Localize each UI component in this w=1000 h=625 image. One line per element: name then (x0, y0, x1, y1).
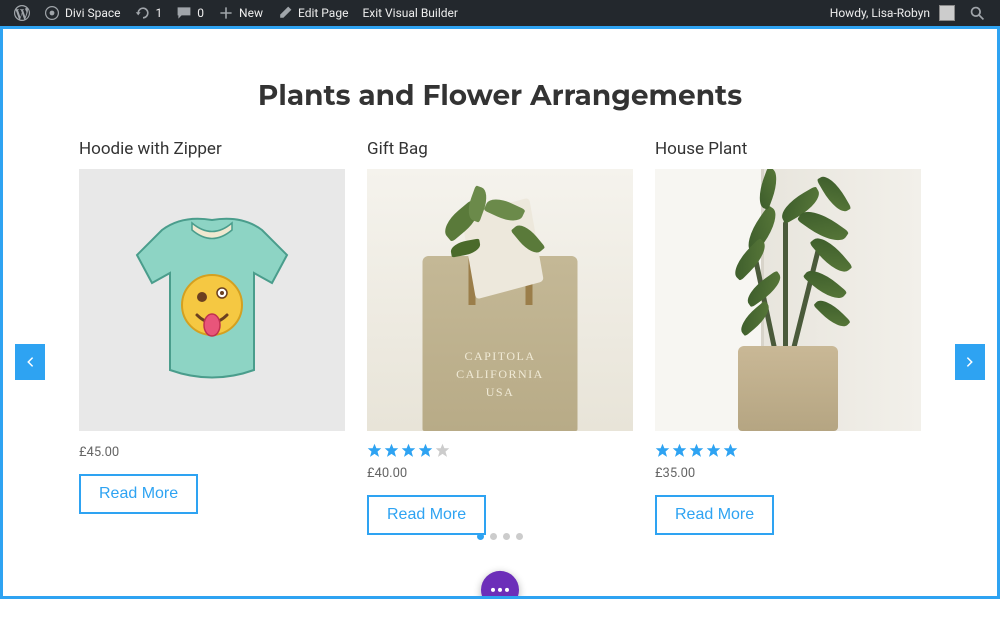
product-image[interactable] (655, 169, 921, 431)
carousel-dot[interactable] (477, 533, 484, 540)
admin-search-toggle[interactable] (963, 0, 992, 26)
product-card: Hoodie with Zipper £45.00 Read More (79, 139, 345, 535)
carousel-dot[interactable] (490, 533, 497, 540)
product-price: £40.00 (367, 466, 633, 481)
comments-count: 0 (197, 6, 204, 20)
comments-link[interactable]: 0 (170, 0, 210, 26)
plus-icon (218, 5, 234, 21)
star-icon (672, 443, 687, 458)
star-icon (384, 443, 399, 458)
exit-builder-label: Exit Visual Builder (362, 6, 458, 20)
plant-illustration (688, 171, 888, 431)
product-image[interactable] (79, 169, 345, 431)
tshirt-illustration (122, 205, 302, 395)
edit-page-label: Edit Page (298, 6, 348, 20)
bag-text-line: USA (423, 383, 578, 401)
star-icon (689, 443, 704, 458)
read-more-button[interactable]: Read More (79, 474, 198, 514)
product-price: £35.00 (655, 466, 921, 481)
ellipsis-icon (491, 588, 495, 592)
exit-visual-builder-link[interactable]: Exit Visual Builder (356, 0, 464, 26)
comment-icon (176, 5, 192, 21)
read-more-button[interactable]: Read More (367, 495, 486, 535)
wp-logo[interactable] (8, 0, 36, 26)
section-title: Plants and Flower Arrangements (79, 79, 921, 113)
product-title[interactable]: Hoodie with Zipper (79, 139, 345, 159)
carousel-dots (477, 533, 523, 540)
dashboard-icon (44, 5, 60, 21)
wordpress-admin-bar: Divi Space 1 0 New Edit Page Exit Visual… (0, 0, 1000, 26)
carousel-prev-button[interactable] (15, 344, 45, 380)
refresh-icon (135, 5, 151, 21)
search-icon (969, 5, 986, 22)
edit-page-link[interactable]: Edit Page (271, 0, 354, 26)
divi-builder-fab[interactable] (481, 571, 519, 599)
page-canvas: Plants and Flower Arrangements Hoodie wi… (0, 26, 1000, 599)
star-icon (418, 443, 433, 458)
star-icon (655, 443, 670, 458)
product-rating (367, 443, 633, 458)
product-price: £45.00 (79, 445, 345, 460)
new-content-link[interactable]: New (212, 0, 269, 26)
star-icon (435, 443, 450, 458)
star-icon (706, 443, 721, 458)
product-card: House Plant (655, 139, 921, 535)
site-name-label: Divi Space (65, 6, 121, 20)
avatar (939, 5, 955, 21)
read-more-button[interactable]: Read More (655, 495, 774, 535)
carousel-next-button[interactable] (955, 344, 985, 380)
user-account-link[interactable]: Howdy, Lisa-Robyn (824, 0, 961, 26)
product-title[interactable]: House Plant (655, 139, 921, 159)
product-title[interactable]: Gift Bag (367, 139, 633, 159)
updates-count: 1 (156, 6, 163, 20)
pencil-icon (277, 5, 293, 21)
updates-link[interactable]: 1 (129, 0, 169, 26)
bag-text-line: CAPITOLA (423, 347, 578, 365)
product-carousel: Hoodie with Zipper £45.00 Read More (79, 139, 921, 535)
bag-text-line: CALIFORNIA (423, 365, 578, 383)
ellipsis-icon (498, 588, 502, 592)
bag-illustration: CAPITOLA CALIFORNIA USA (423, 256, 578, 431)
carousel-dot[interactable] (516, 533, 523, 540)
ellipsis-icon (505, 588, 509, 592)
star-icon (367, 443, 382, 458)
new-label: New (239, 6, 263, 20)
star-icon (401, 443, 416, 458)
product-rating (655, 443, 921, 458)
site-name-link[interactable]: Divi Space (38, 0, 127, 26)
star-icon (723, 443, 738, 458)
product-card: Gift Bag CAPITOLA CALIFOR (367, 139, 633, 535)
greeting-text: Howdy, Lisa-Robyn (830, 6, 930, 20)
product-image[interactable]: CAPITOLA CALIFORNIA USA (367, 169, 633, 431)
chevron-right-icon (963, 355, 977, 369)
carousel-dot[interactable] (503, 533, 510, 540)
wordpress-icon (14, 5, 30, 21)
chevron-left-icon (23, 355, 37, 369)
